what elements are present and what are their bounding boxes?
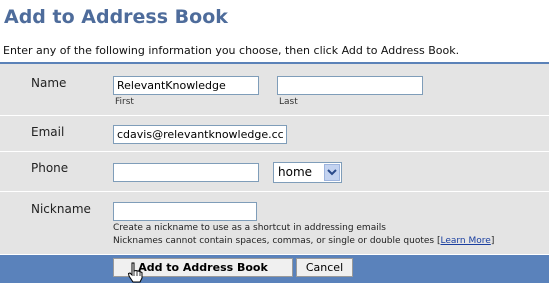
last-name-hint: Last — [279, 97, 298, 107]
first-name-input[interactable]: RelevantKnowledge — [113, 76, 259, 95]
hand-pointer-icon — [127, 262, 143, 283]
phone-type-selected: home — [278, 165, 313, 179]
email-label: Email — [31, 125, 65, 139]
nickname-help-2-container: Nicknames cannot contain spaces, commas,… — [113, 235, 494, 247]
phone-input[interactable] — [113, 163, 259, 182]
page-instructions: Enter any of the following information y… — [3, 44, 460, 57]
cancel-button[interactable]: Cancel — [296, 258, 353, 277]
phone-label: Phone — [31, 161, 69, 175]
learn-more-bracket-close: ] — [490, 236, 495, 246]
action-bar: Add to Address Book Cancel — [0, 255, 549, 283]
last-name-input[interactable] — [277, 76, 423, 95]
first-name-hint: First — [115, 97, 134, 107]
chevron-down-icon[interactable] — [324, 164, 340, 181]
nickname-input[interactable] — [113, 202, 257, 221]
row-divider — [0, 191, 549, 192]
page-title: Add to Address Book — [4, 6, 228, 28]
address-form: Name RelevantKnowledge First Last Email … — [0, 64, 549, 254]
nickname-help-1: Create a nickname to use as a shortcut i… — [113, 223, 386, 233]
row-divider — [0, 115, 549, 116]
name-label: Name — [31, 76, 67, 90]
learn-more-link[interactable]: Learn More — [440, 236, 490, 246]
phone-type-select[interactable]: home — [273, 162, 342, 183]
nickname-label: Nickname — [31, 202, 91, 216]
nickname-help-2: Nicknames cannot contain spaces, commas,… — [113, 236, 435, 246]
row-divider — [0, 151, 549, 152]
email-input[interactable]: cdavis@relevantknowledge.cc — [113, 125, 287, 144]
